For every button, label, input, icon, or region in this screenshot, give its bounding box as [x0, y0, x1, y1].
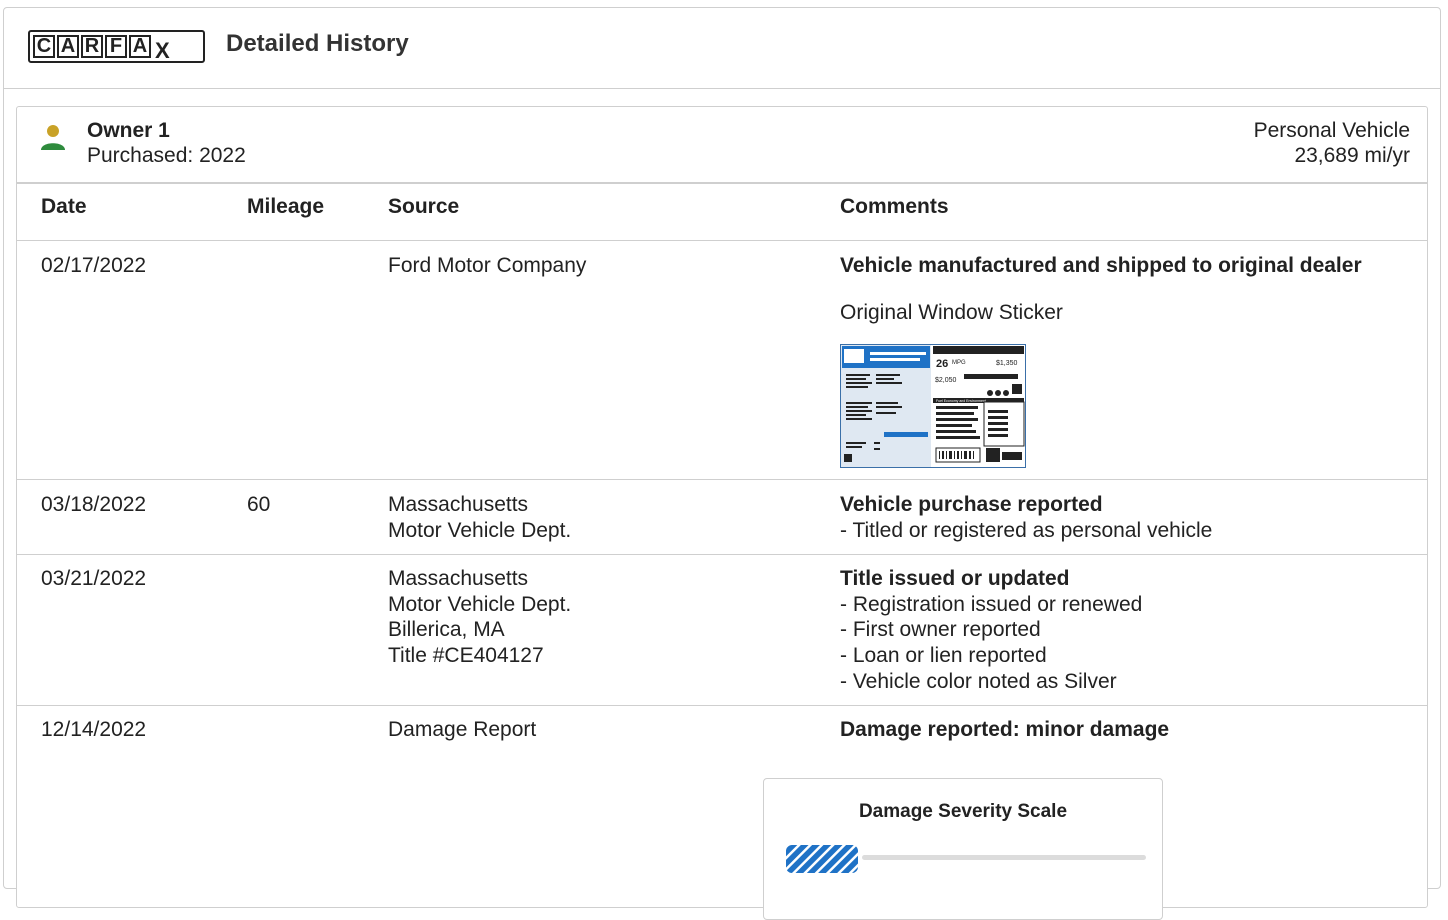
row-source-line: Motor Vehicle Dept. [388, 593, 572, 616]
row-comment-item: - Loan or lien reported [840, 644, 1047, 667]
owner-purchased: Purchased: 2022 [87, 144, 246, 167]
row-source: Ford Motor Company [388, 254, 587, 277]
row-source-line: Title #CE404127 [388, 644, 544, 667]
window-sticker-thumbnail[interactable]: 26 MPG $1,350 $2,050 Fuel Economy and En… [840, 344, 1026, 468]
row-comment-item: - First owner reported [840, 618, 1041, 641]
header-divider [17, 240, 1427, 241]
row-comment-title: Vehicle purchase reported [840, 493, 1103, 516]
sticker-mpg-value: 26 [936, 358, 948, 370]
row-comment-item: - Titled or registered as personal vehic… [840, 519, 1213, 542]
row-source-line: Billerica, MA [388, 618, 505, 641]
row-comment-title: Damage reported: minor damage [840, 718, 1170, 741]
logo-letter: X [155, 37, 170, 63]
row-divider [17, 479, 1427, 480]
history-panel: C A R F A X Detailed History Owner 1 Pur… [3, 7, 1441, 920]
owner-vehicle-type: Personal Vehicle [1253, 119, 1410, 142]
window-sticker-label[interactable]: Original Window Sticker [840, 300, 1063, 325]
owner-summary: Owner 1 Purchased: 2022 Personal Vehicle… [17, 107, 1427, 184]
row-date: 03/21/2022 [41, 567, 147, 590]
row-date: 12/14/2022 [41, 718, 147, 741]
logo-letter: R [81, 35, 103, 58]
row-divider [17, 554, 1427, 555]
sticker-footer-label: Fuel Economy and Environment [936, 399, 986, 403]
page-title: Detailed History [226, 30, 409, 57]
sticker-mpg-unit: MPG [952, 360, 966, 366]
sticker-price-low: $2,050 [935, 377, 957, 384]
damage-severity-scale: Damage Severity Scale [763, 778, 1163, 920]
column-header-mileage: Mileage [247, 195, 325, 218]
row-date: 02/17/2022 [41, 254, 147, 277]
logo-letter: A [57, 35, 79, 58]
person-icon [41, 125, 65, 150]
row-mileage: 60 [247, 493, 271, 516]
row-source: Damage Report [388, 718, 537, 741]
damage-scale-title: Damage Severity Scale [858, 801, 1068, 822]
sticker-price-top: $1,350 [996, 360, 1018, 367]
logo-letter: A [129, 35, 151, 58]
column-header-source: Source [388, 195, 460, 218]
panel-header: C A R F A X Detailed History [4, 8, 1440, 89]
column-header-date: Date [41, 195, 87, 218]
row-comment-item: - Vehicle color noted as Silver [840, 670, 1117, 693]
logo-letter: C [33, 35, 55, 58]
row-comment-title: Vehicle manufactured and shipped to orig… [840, 254, 1362, 277]
owner-mileage-per-year: 23,689 mi/yr [1294, 144, 1410, 167]
row-divider [17, 705, 1427, 706]
column-header-comments: Comments [840, 195, 949, 218]
damage-severity-track [862, 855, 1146, 860]
logo-letter: F [105, 35, 127, 58]
damage-severity-fill [786, 845, 858, 873]
row-source-line: Massachusetts [388, 567, 529, 590]
row-source-line: Motor Vehicle Dept. [388, 519, 572, 542]
owner-card: Owner 1 Purchased: 2022 Personal Vehicle… [16, 106, 1428, 920]
carfax-logo: C A R F A X [28, 30, 205, 63]
row-comment-title: Title issued or updated [840, 567, 1070, 590]
row-comment-item: - Registration issued or renewed [840, 593, 1143, 616]
row-date: 03/18/2022 [41, 493, 147, 516]
owner-name: Owner 1 [87, 119, 170, 142]
row-source-line: Massachusetts [388, 493, 529, 516]
